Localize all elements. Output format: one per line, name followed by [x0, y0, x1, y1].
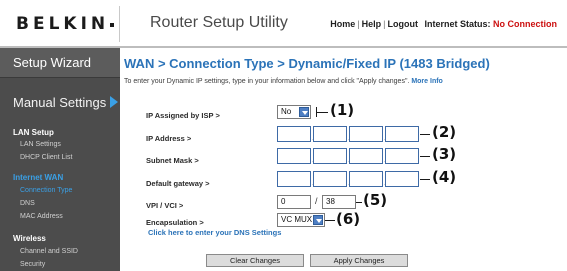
- encapsulation-select[interactable]: VC MUX: [277, 213, 325, 227]
- callout-line-3: [420, 156, 430, 157]
- ip-assigned-select[interactable]: No: [277, 105, 311, 119]
- ip-address-octet-1[interactable]: [277, 126, 311, 142]
- callout-line-4: [420, 179, 430, 180]
- clear-changes-button[interactable]: Clear Changes: [206, 254, 304, 267]
- vci-input[interactable]: 38: [322, 195, 356, 209]
- default-gateway-octet-1[interactable]: [277, 171, 311, 187]
- default-gateway-octet-4[interactable]: [385, 171, 419, 187]
- main-content: WAN > Connection Type > Dynamic/Fixed IP…: [120, 48, 567, 271]
- callout-line-1: [316, 112, 328, 113]
- chevron-down-icon[interactable]: [299, 107, 309, 117]
- callout-2: (2): [432, 123, 457, 141]
- subnet-mask-octet-3[interactable]: [349, 148, 383, 164]
- manual-settings-link[interactable]: Manual Settings: [13, 95, 119, 110]
- sidebar-item-security[interactable]: Security: [20, 261, 45, 268]
- app-title: Router Setup Utility: [150, 14, 288, 31]
- header-links: Home | Help | Logout Internet Status: No Con…: [330, 19, 557, 29]
- sidebar-heading-wireless: Wireless: [13, 234, 46, 243]
- header-divider: [119, 6, 120, 42]
- ip-address-octet-3[interactable]: [349, 126, 383, 142]
- encapsulation-label: Encapsulation >: [146, 218, 204, 227]
- sidebar-item-dhcp-client-list[interactable]: DHCP Client List: [20, 154, 72, 161]
- ip-address-octet-2[interactable]: [313, 126, 347, 142]
- callout-line-5: [356, 202, 362, 203]
- callout-3: (3): [432, 145, 457, 163]
- callout-1: (1): [330, 101, 355, 119]
- sidebar-heading-lan-setup: LAN Setup: [13, 128, 54, 137]
- belkin-logo: BELKIN: [16, 14, 115, 34]
- vpi-input[interactable]: 0: [277, 195, 311, 209]
- sidebar: Setup Wizard Manual Settings LAN Setup L…: [0, 48, 120, 271]
- default-gateway-label: Default gateway >: [146, 179, 210, 188]
- logout-link[interactable]: Logout: [387, 19, 418, 29]
- help-link[interactable]: Help: [362, 19, 382, 29]
- sidebar-item-mac-address[interactable]: MAC Address: [20, 213, 63, 220]
- default-gateway-octet-3[interactable]: [349, 171, 383, 187]
- callout-line-6: [325, 220, 335, 221]
- subnet-mask-octet-2[interactable]: [313, 148, 347, 164]
- sidebar-item-connection-type[interactable]: Connection Type: [20, 187, 72, 194]
- more-info-link[interactable]: More Info: [411, 78, 443, 85]
- subnet-mask-label: Subnet Mask >: [146, 156, 199, 165]
- callout-6: (6): [336, 210, 361, 228]
- intro-text: To enter your Dynamic IP settings, type …: [124, 78, 443, 85]
- dns-settings-link[interactable]: Click here to enter your DNS Settings: [148, 228, 281, 237]
- subnet-mask-octet-4[interactable]: [385, 148, 419, 164]
- vpi-vci-separator: /: [315, 196, 318, 206]
- callout-line-2: [420, 134, 430, 135]
- ip-assigned-label: IP Assigned by ISP >: [146, 111, 220, 120]
- page-title: WAN > Connection Type > Dynamic/Fixed IP…: [124, 56, 490, 71]
- subnet-mask-octet-1[interactable]: [277, 148, 311, 164]
- triangle-right-icon: [110, 96, 119, 108]
- home-link[interactable]: Home: [330, 19, 355, 29]
- sidebar-item-channel-and-ssid[interactable]: Channel and SSID: [20, 248, 78, 255]
- ip-address-octet-4[interactable]: [385, 126, 419, 142]
- callout-5: (5): [363, 191, 388, 209]
- sidebar-heading-internet-wan: Internet WAN: [13, 173, 64, 182]
- chevron-down-icon[interactable]: [313, 215, 323, 225]
- ip-address-label: IP Address >: [146, 134, 192, 143]
- setup-wizard-button[interactable]: Setup Wizard: [0, 48, 120, 78]
- default-gateway-octet-2[interactable]: [313, 171, 347, 187]
- callout-4: (4): [432, 168, 457, 186]
- internet-status-value: No Connection: [493, 19, 557, 29]
- vpi-vci-label: VPI / VCI >: [146, 201, 184, 210]
- apply-changes-button[interactable]: Apply Changes: [310, 254, 408, 267]
- header: BELKIN Router Setup Utility Home | Help | Lo…: [0, 0, 567, 46]
- sidebar-item-dns[interactable]: DNS: [20, 200, 35, 207]
- sidebar-item-lan-settings[interactable]: LAN Settings: [20, 141, 61, 148]
- internet-status-label: Internet Status:: [424, 19, 491, 29]
